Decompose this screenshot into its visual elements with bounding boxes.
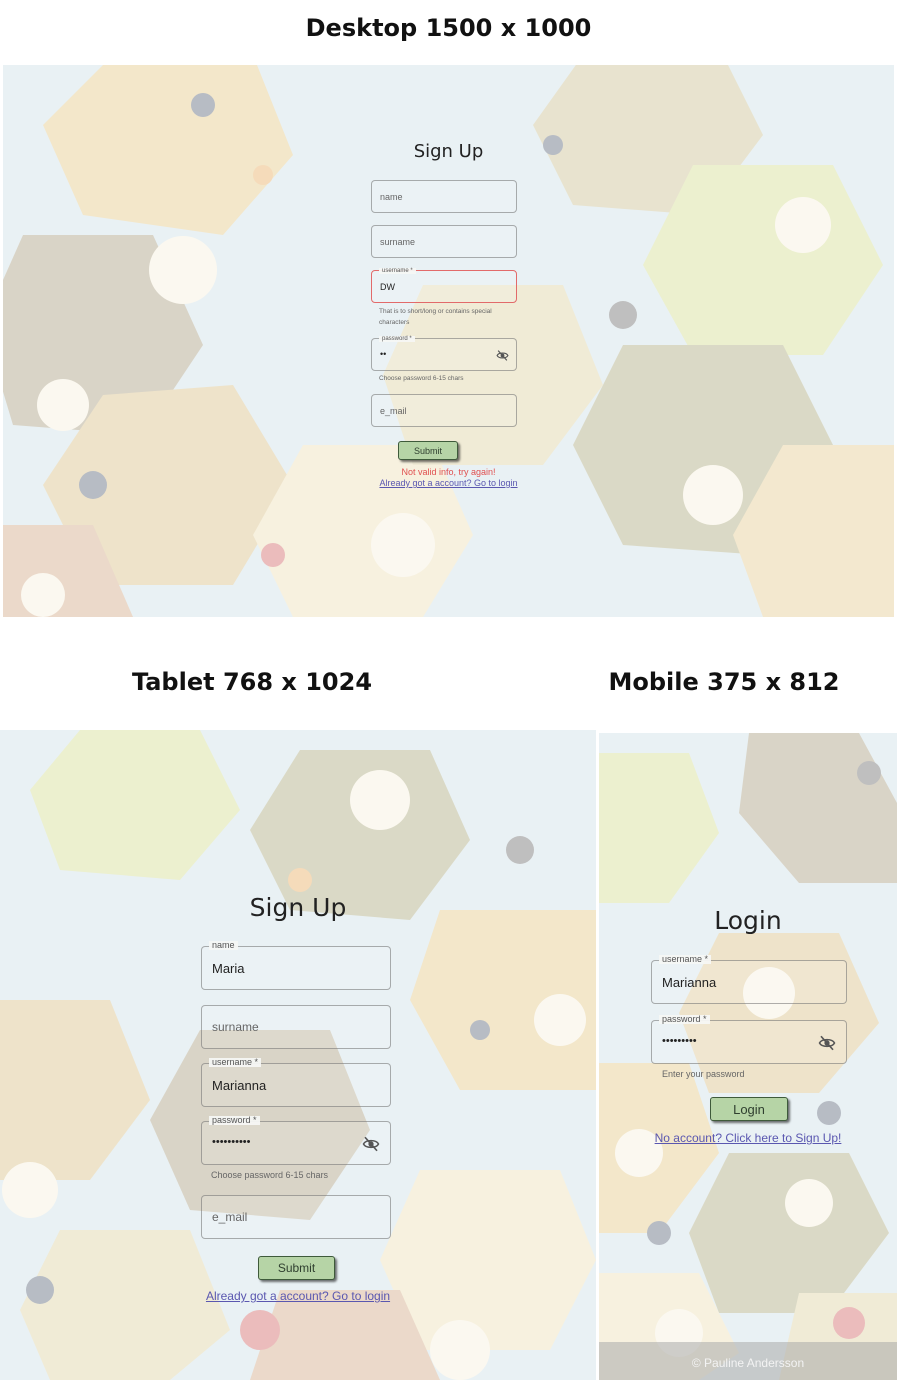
- name-value: Maria: [212, 961, 245, 976]
- signup-title: Sign Up: [413, 141, 484, 162]
- username-value: Marianna: [662, 975, 717, 990]
- eye-off-icon[interactable]: [496, 349, 509, 362]
- username-label: username *: [659, 955, 712, 964]
- mobile-preview: Login username * Marianna password * •••…: [599, 733, 897, 1380]
- username-error-text: That is to short/long or contains specia…: [379, 308, 492, 326]
- username-label: username *: [379, 268, 416, 274]
- signup-title: Sign Up: [249, 893, 347, 922]
- name-input[interactable]: name: [371, 180, 517, 213]
- password-value: •••••••••: [662, 1035, 697, 1047]
- email-placeholder: e_mail: [380, 406, 407, 416]
- desktop-heading: Desktop 1500 x 1000: [305, 14, 592, 42]
- username-input[interactable]: username * Marianna: [201, 1058, 391, 1107]
- username-value: Marianna: [212, 1078, 267, 1093]
- surname-input[interactable]: surname: [201, 1005, 391, 1049]
- login-button[interactable]: Login: [710, 1097, 788, 1121]
- username-input[interactable]: username * Marianna: [651, 955, 847, 1004]
- mobile-heading: Mobile 375 x 812: [608, 668, 840, 696]
- password-label: password *: [379, 336, 415, 342]
- sign-up-link[interactable]: No account? Click here to Sign Up!: [599, 1131, 897, 1145]
- eye-off-icon[interactable]: [818, 1034, 836, 1052]
- error-message: Not valid info, try again!: [401, 467, 496, 477]
- tablet-preview: Sign Up name Maria surname username * Ma…: [0, 730, 596, 1380]
- password-label: password *: [209, 1116, 260, 1125]
- submit-button[interactable]: Submit: [258, 1256, 335, 1280]
- password-value: ••••••••••: [212, 1136, 251, 1148]
- email-placeholder: e_mail: [212, 1210, 248, 1224]
- username-label: username *: [209, 1058, 262, 1067]
- background-overlay: [0, 730, 596, 1380]
- password-helper-text: Choose password 6-15 chars: [379, 375, 464, 382]
- surname-placeholder: surname: [212, 1020, 259, 1034]
- password-value: ••: [380, 349, 387, 359]
- name-input[interactable]: name Maria: [201, 941, 391, 990]
- username-input[interactable]: username * DW: [371, 268, 517, 303]
- password-label: password *: [659, 1015, 710, 1024]
- password-helper-text: Enter your password: [662, 1069, 745, 1079]
- go-to-login-link[interactable]: Already got a account? Go to login: [3, 478, 894, 488]
- email-input[interactable]: e_mail: [201, 1195, 391, 1239]
- login-title: Login: [714, 906, 782, 935]
- password-input[interactable]: password * ••••••••••: [201, 1116, 391, 1165]
- password-helper-text: Choose password 6-15 chars: [211, 1170, 329, 1180]
- submit-button[interactable]: Submit: [398, 441, 458, 460]
- eye-off-icon[interactable]: [362, 1135, 380, 1153]
- name-placeholder: name: [380, 192, 403, 202]
- name-label: name: [209, 941, 238, 950]
- surname-input[interactable]: surname: [371, 225, 517, 258]
- go-to-login-link[interactable]: Already got a account? Go to login: [0, 1289, 596, 1303]
- email-input[interactable]: e_mail: [371, 394, 517, 427]
- password-input[interactable]: password * •••••••••: [651, 1015, 847, 1064]
- desktop-preview: Sign Up name surname username * DW That …: [3, 65, 894, 617]
- username-value: DW: [380, 282, 395, 292]
- surname-placeholder: surname: [380, 237, 416, 247]
- footer-copyright: © Pauline Andersson: [599, 1342, 897, 1380]
- tablet-heading: Tablet 768 x 1024: [131, 668, 373, 696]
- password-input[interactable]: password * ••: [371, 336, 517, 371]
